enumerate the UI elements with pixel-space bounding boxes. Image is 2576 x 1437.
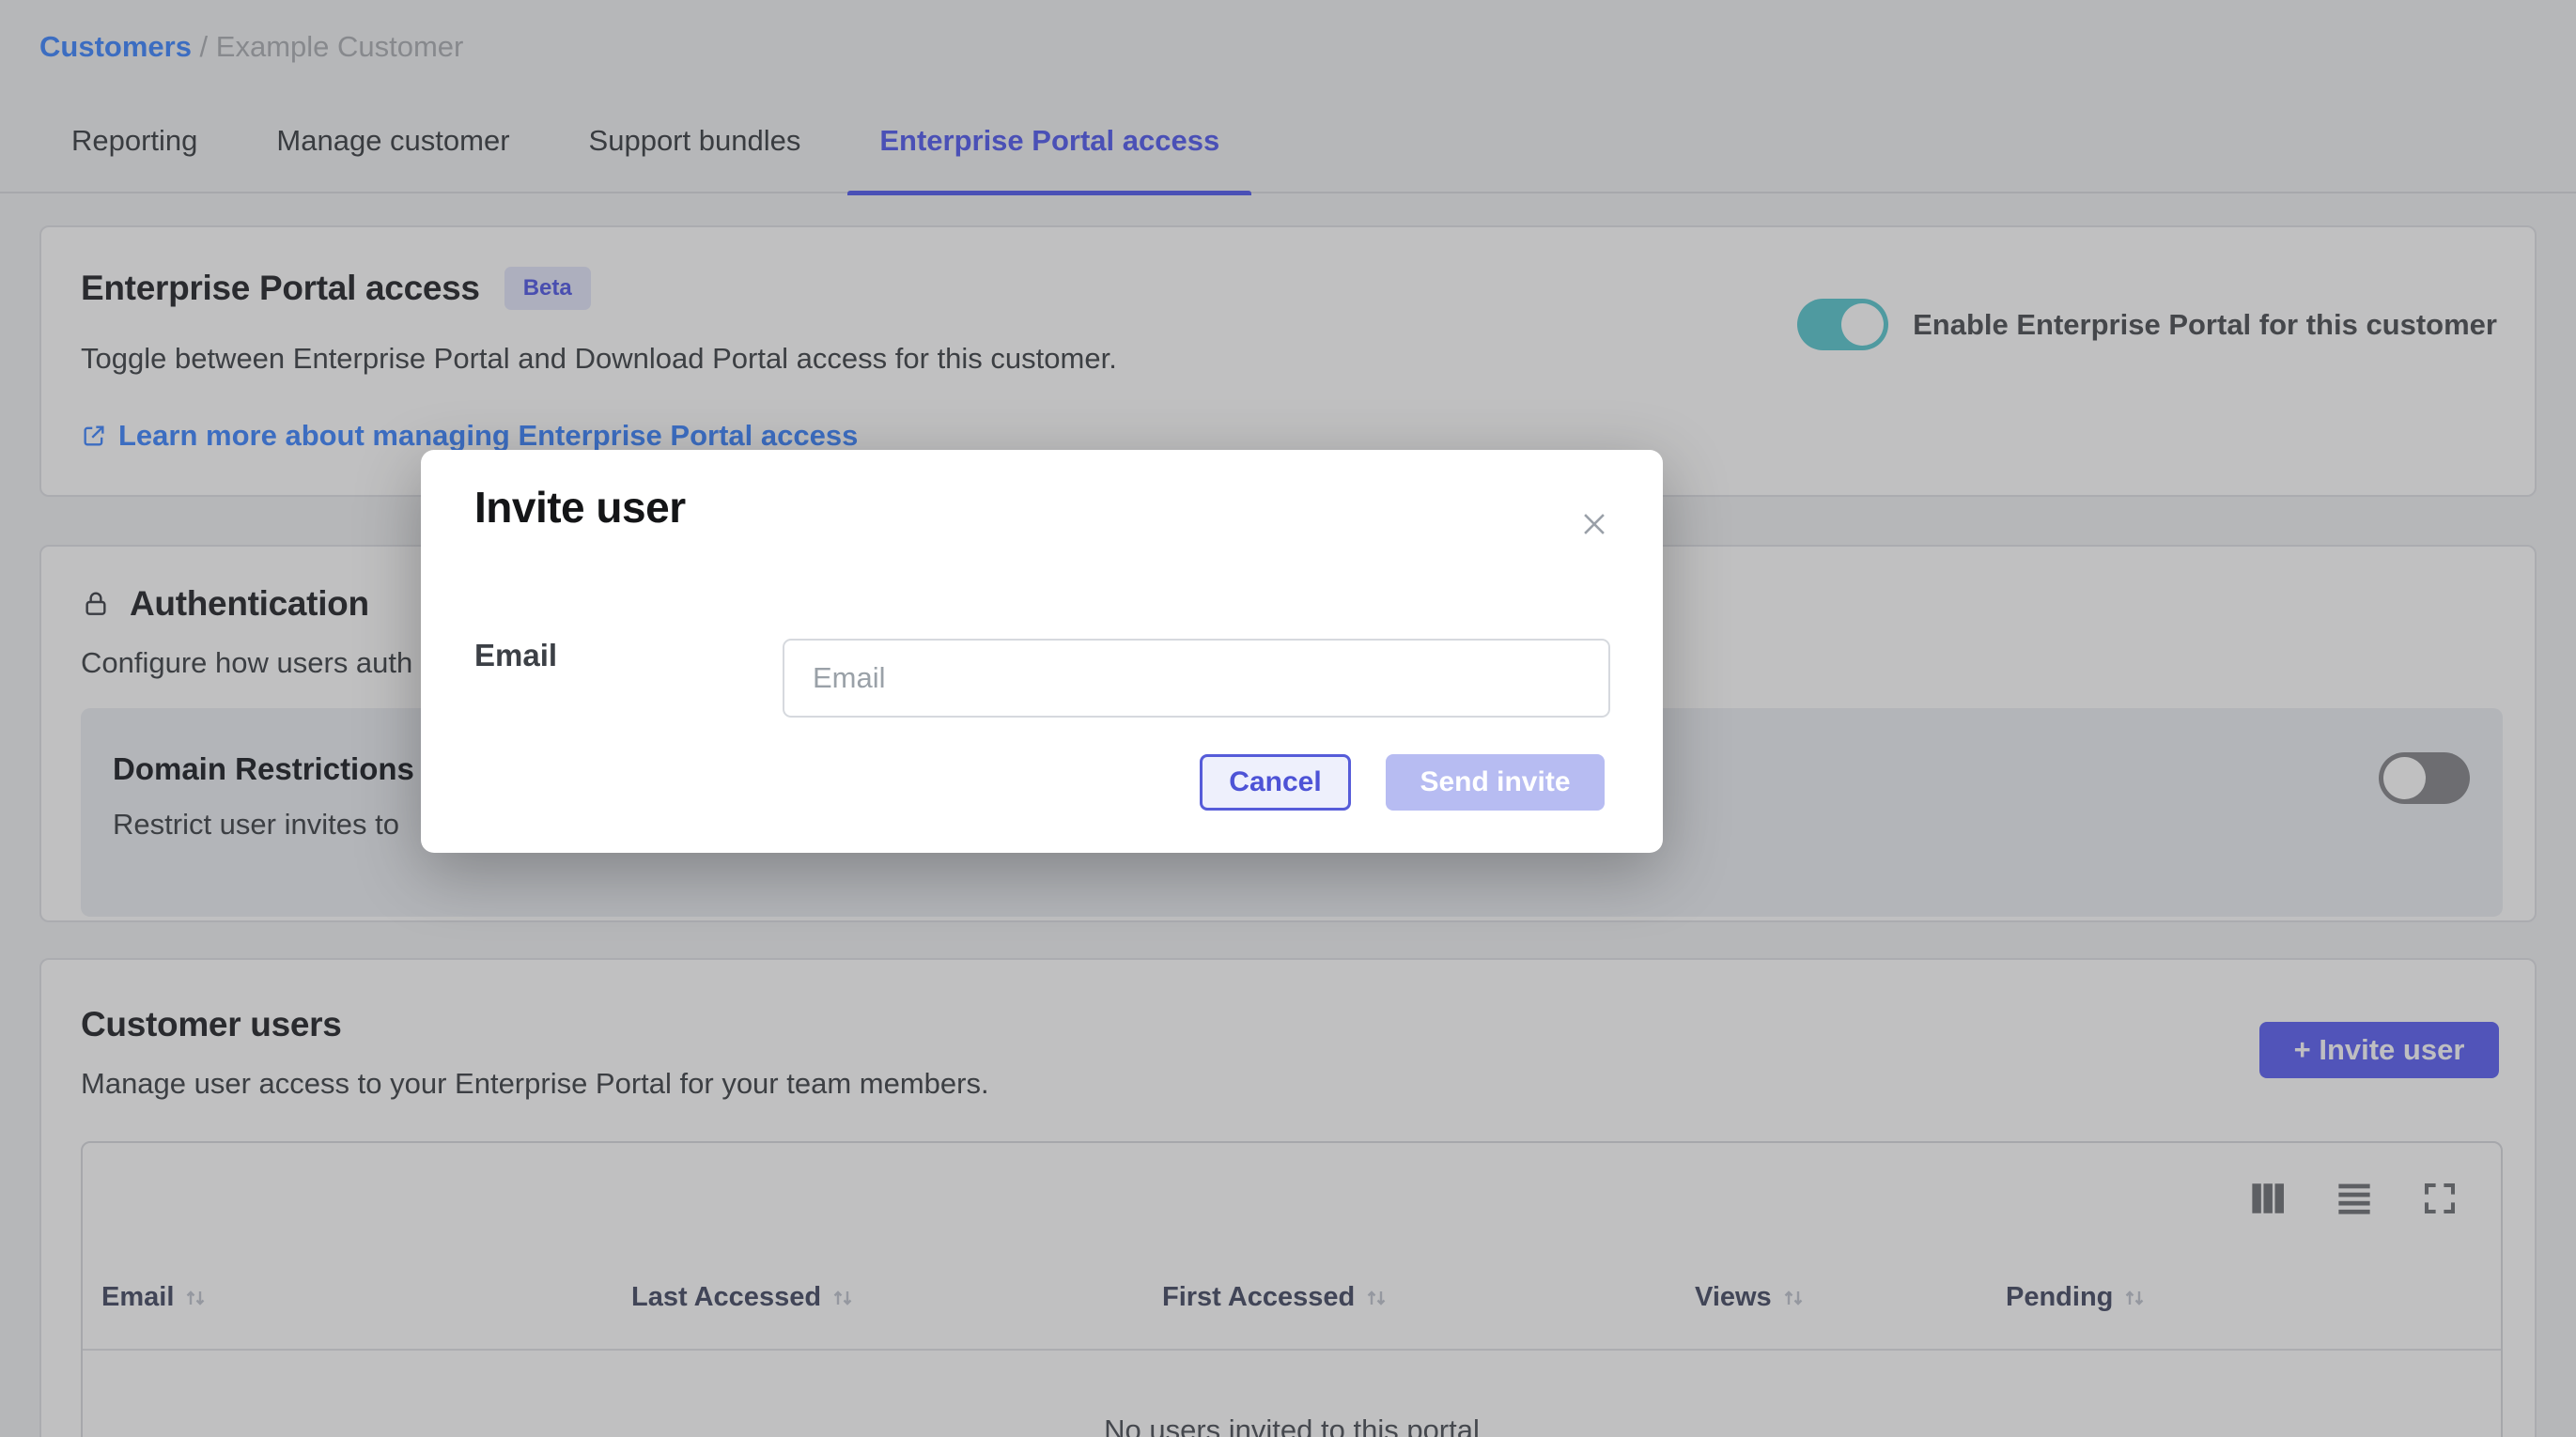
page: Customers / Example Customer Reporting M… <box>0 0 2576 1437</box>
send-invite-button[interactable]: Send invite <box>1386 754 1605 811</box>
modal-actions: Cancel Send invite <box>1200 754 1605 811</box>
modal-title: Invite user <box>474 482 686 533</box>
cancel-button[interactable]: Cancel <box>1200 754 1351 811</box>
email-label: Email <box>474 638 557 673</box>
close-icon[interactable] <box>1578 508 1610 540</box>
email-field[interactable] <box>783 639 1610 718</box>
invite-user-modal: Invite user Email Cancel Send invite <box>421 450 1663 853</box>
